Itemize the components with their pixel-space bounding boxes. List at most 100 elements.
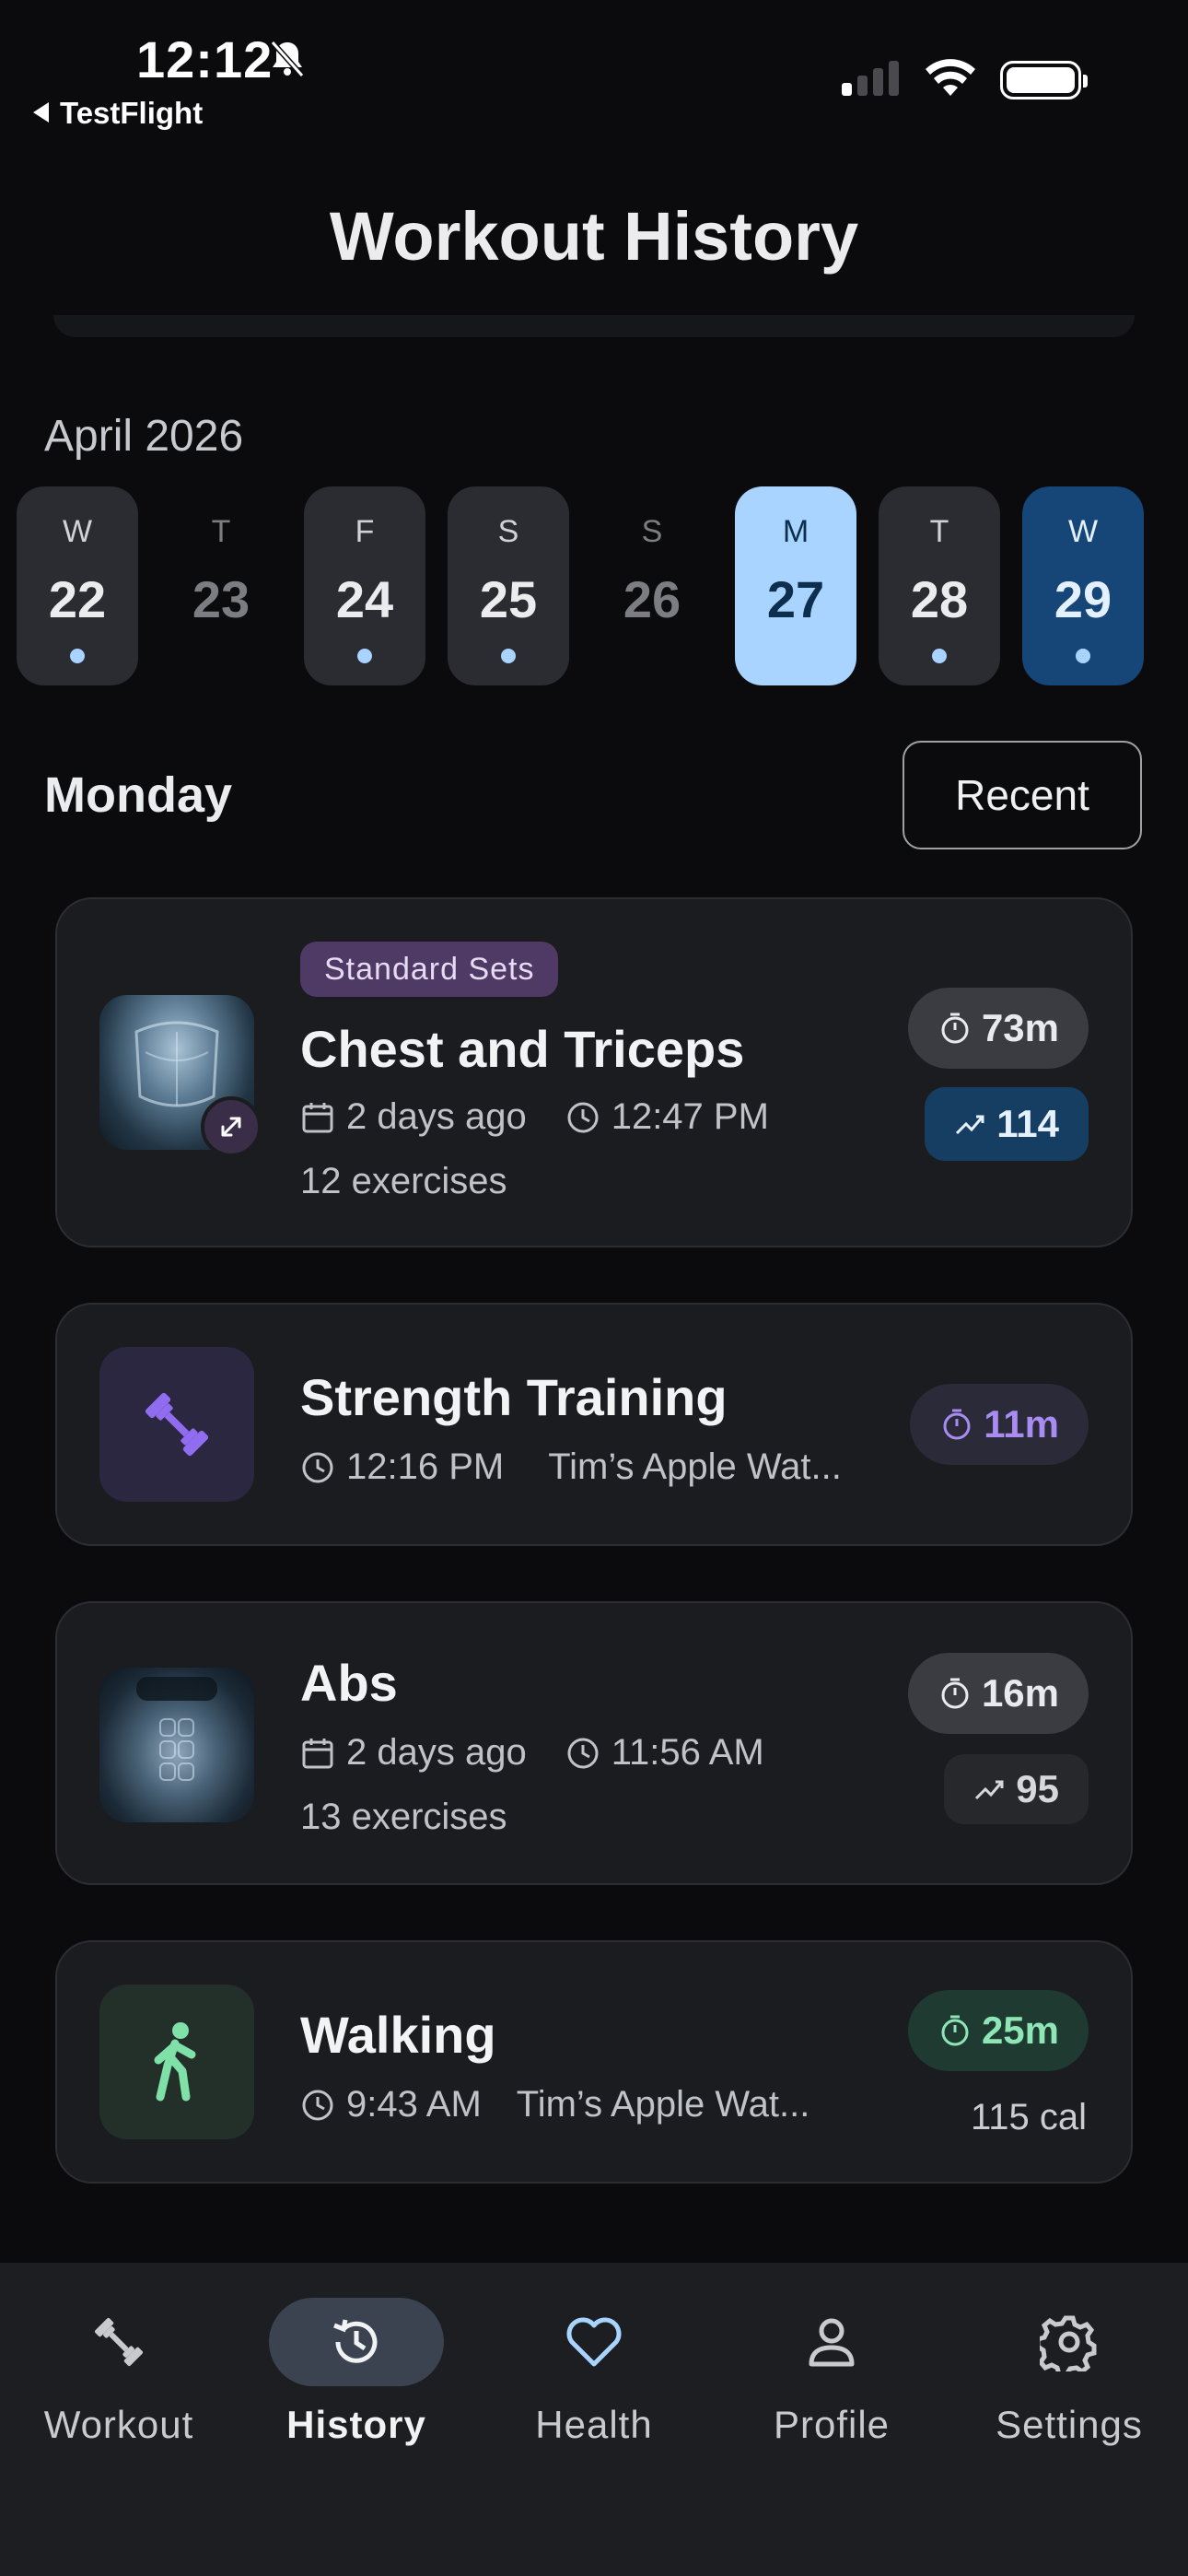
stopwatch-icon	[941, 1013, 969, 1044]
day-number: 28	[910, 570, 969, 628]
workout-meta: 2 days ago 11:56 AM	[300, 1732, 764, 1774]
duration-pill: 16m	[907, 1653, 1089, 1734]
expand-arrows-icon	[201, 1096, 262, 1157]
day-pill-28[interactable]: T 28	[879, 486, 1000, 685]
tab-label: Workout	[43, 2403, 194, 2446]
gear-icon	[982, 2298, 1157, 2386]
tab-workout[interactable]: Workout	[0, 2298, 238, 2447]
day-of-week: S	[497, 514, 519, 549]
tab-label: Health	[535, 2403, 653, 2446]
day-of-week: M	[782, 514, 809, 549]
duration-pill: 11m	[910, 1384, 1089, 1465]
workout-title: Abs	[300, 1654, 398, 1712]
workout-card-chest-triceps[interactable]: Standard Sets Chest and Triceps 2 days a…	[55, 897, 1133, 1247]
abs-figure-icon	[136, 1677, 217, 1781]
back-arrow-icon	[33, 102, 49, 123]
volume-pill: 95	[944, 1754, 1089, 1824]
day-number: 29	[1054, 570, 1112, 628]
workout-date: 2 days ago	[346, 1096, 527, 1137]
exercise-count: 13 exercises	[300, 1797, 507, 1837]
battery-icon	[1000, 61, 1088, 100]
day-pill-22[interactable]: W 22	[17, 486, 138, 685]
workout-source: Tim’s Apple Wat...	[548, 1446, 842, 1487]
month-label: April 2026	[44, 412, 244, 461]
history-icon	[269, 2298, 444, 2386]
clock-icon	[302, 2090, 333, 2120]
calendar-icon	[302, 1738, 333, 1768]
day-of-week: T	[211, 514, 231, 549]
clock-icon	[567, 1102, 599, 1132]
wifi-icon	[926, 59, 975, 96]
day-pill-27[interactable]: M 27	[735, 486, 856, 685]
workout-time: 12:47 PM	[611, 1096, 769, 1137]
workout-time: 11:56 AM	[611, 1732, 764, 1773]
day-pill-29[interactable]: W 29	[1022, 486, 1144, 685]
workout-type-badge: Standard Sets	[300, 942, 559, 997]
exercise-count: 12 exercises	[300, 1161, 507, 1201]
workout-title: Chest and Triceps	[300, 1020, 745, 1078]
workout-dot	[501, 649, 516, 663]
workout-source: Tim’s Apple Wat...	[516, 2084, 810, 2125]
day-number: 22	[48, 570, 107, 628]
workout-time: 9:43 AM	[346, 2084, 482, 2125]
bell-slash-icon	[270, 41, 305, 77]
workout-title: Strength Training	[300, 1368, 728, 1426]
duration-pill: 73m	[907, 988, 1089, 1069]
day-number: 25	[479, 570, 538, 628]
duration-value: 11m	[984, 1402, 1059, 1446]
tab-label: Settings	[996, 2403, 1143, 2446]
day-pill-23[interactable]: T 23	[160, 486, 282, 685]
trend-up-icon	[975, 1780, 1004, 1800]
volume-value: 114	[996, 1102, 1059, 1145]
abs-muscle-image	[99, 1668, 254, 1822]
day-of-week: W	[62, 514, 93, 549]
workout-dot	[1076, 649, 1090, 663]
trend-up-icon	[956, 1115, 984, 1135]
day-of-week: W	[1067, 514, 1099, 549]
tab-history[interactable]: History	[238, 2298, 475, 2447]
day-number: 23	[192, 570, 250, 628]
duration-value: 73m	[981, 1006, 1059, 1049]
day-pill-26[interactable]: S 26	[591, 486, 713, 685]
heart-icon	[507, 2298, 681, 2386]
workout-card-abs[interactable]: Abs 2 days ago 11:56 AM 13 exercises 16m…	[55, 1601, 1133, 1885]
tab-health[interactable]: Health	[475, 2298, 713, 2447]
tab-label: History	[286, 2403, 426, 2446]
stopwatch-icon	[941, 1678, 969, 1709]
tab-settings[interactable]: Settings	[950, 2298, 1188, 2447]
sort-recent-button[interactable]: Recent	[903, 741, 1142, 849]
workout-meta: 12:16 PM Tim’s Apple Wat...	[300, 1446, 842, 1488]
workout-card-walking[interactable]: Walking 9:43 AM Tim’s Apple Wat... 25m 1…	[55, 1940, 1133, 2184]
workout-dot	[357, 649, 372, 663]
day-number: 26	[623, 570, 681, 628]
volume-value: 95	[1016, 1767, 1059, 1810]
workout-card-strength-training[interactable]: Strength Training 12:16 PM Tim’s Apple W…	[55, 1303, 1133, 1546]
back-to-testflight-link[interactable]: TestFlight	[33, 96, 203, 131]
calories-value: 115 cal	[970, 2097, 1087, 2137]
selected-day-label: Monday	[44, 767, 233, 823]
calendar-icon	[302, 1102, 333, 1132]
day-of-week: F	[355, 514, 375, 549]
day-of-week: S	[641, 514, 663, 549]
workout-meta: 2 days ago 12:47 PM	[300, 1096, 769, 1138]
day-pill-24[interactable]: F 24	[304, 486, 425, 685]
day-number: 24	[335, 570, 394, 628]
day-pill-25[interactable]: S 25	[448, 486, 569, 685]
workout-dot	[70, 649, 85, 663]
stopwatch-icon	[941, 2015, 969, 2046]
clock-icon	[567, 1738, 599, 1768]
back-app-label: TestFlight	[60, 96, 204, 130]
duration-pill: 25m	[907, 1990, 1089, 2071]
tab-label: Profile	[773, 2403, 891, 2446]
day-number: 27	[766, 570, 825, 628]
clock-icon	[302, 1452, 333, 1482]
stopwatch-icon	[943, 1409, 971, 1440]
walking-icon	[99, 1985, 254, 2139]
day-of-week: T	[929, 514, 949, 549]
dumbbell-icon	[31, 2298, 206, 2386]
workout-time: 12:16 PM	[346, 1446, 505, 1487]
cellular-signal-icon	[842, 61, 899, 96]
workout-dot	[932, 649, 947, 663]
tab-profile[interactable]: Profile	[713, 2298, 950, 2447]
workout-date: 2 days ago	[346, 1732, 527, 1773]
